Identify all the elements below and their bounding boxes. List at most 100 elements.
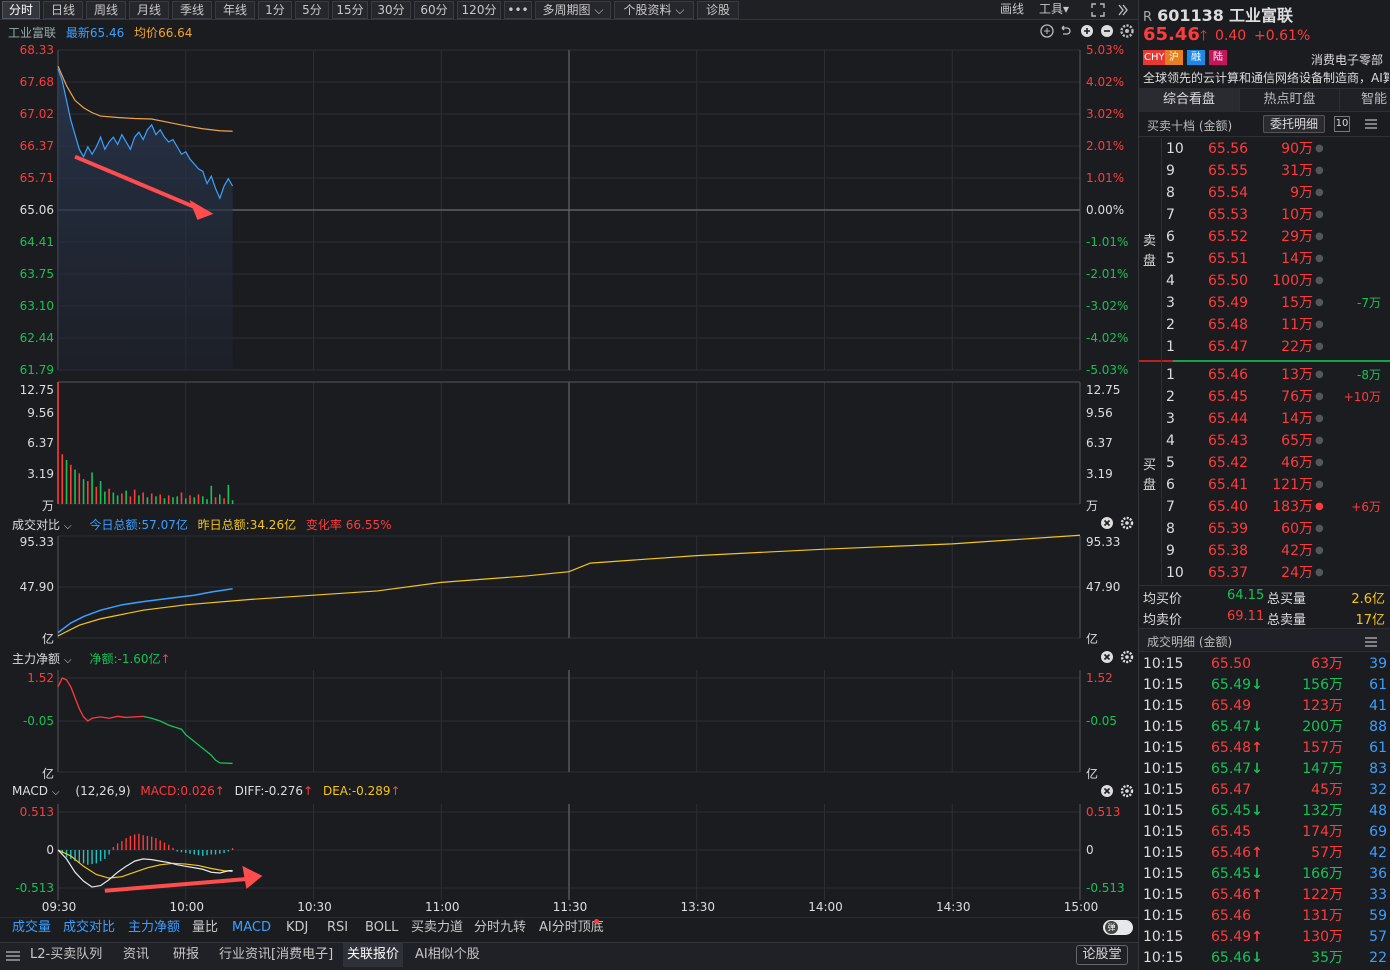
- level-price: 65.56: [1208, 141, 1249, 157]
- ind-volume[interactable]: 成交量: [12, 918, 51, 938]
- sell-level-row[interactable]: 4 65.50 100万 ●: [1139, 270, 1390, 292]
- double-chevron-icon[interactable]: [1116, 2, 1130, 18]
- tab-daily[interactable]: 日线: [43, 1, 83, 19]
- ind-compare[interactable]: 成交对比: [63, 918, 115, 938]
- level-volume: 22万: [1281, 339, 1313, 355]
- close-circle-icon[interactable]: [1101, 517, 1113, 529]
- compare-title[interactable]: 成交对比: [12, 518, 60, 532]
- tab-quarterly[interactable]: 季线: [172, 1, 212, 19]
- stock-tag[interactable]: 沪: [1165, 50, 1183, 65]
- chevron-down-icon[interactable]: ⌵: [52, 787, 60, 798]
- ind-nine[interactable]: 分时九转: [474, 918, 526, 938]
- tab-l2-queue[interactable]: L2-买卖队列: [30, 943, 102, 967]
- tab-related-quotes[interactable]: 关联报价: [343, 943, 404, 967]
- tab-news[interactable]: 资讯: [123, 943, 149, 967]
- menu-icon[interactable]: [1365, 636, 1377, 647]
- stock-tag[interactable]: 陆: [1209, 50, 1227, 65]
- sell-level-row[interactable]: 8 65.54 9万 ●: [1139, 182, 1390, 204]
- tab-120min[interactable]: 120分: [457, 1, 501, 19]
- order-detail-button[interactable]: 委托明细: [1263, 115, 1325, 133]
- close-circle-icon[interactable]: [1101, 785, 1113, 797]
- mainflow-title[interactable]: 主力净额: [12, 652, 60, 666]
- sell-level-row[interactable]: 3 65.49 15万 ● -7万: [1139, 292, 1390, 314]
- tools-menu[interactable]: 工具▾: [1039, 1, 1069, 19]
- stock-tag[interactable]: 融: [1187, 50, 1205, 65]
- sell-level-row[interactable]: 6 65.52 29万 ●: [1139, 226, 1390, 248]
- draw-button[interactable]: 画线: [1000, 1, 1024, 19]
- sector-label[interactable]: 消费电子零部: [1311, 51, 1383, 68]
- ind-buysell[interactable]: 买卖力道: [411, 918, 463, 938]
- tab-overview[interactable]: 综合看盘: [1139, 88, 1239, 112]
- menu-icon[interactable]: [1365, 118, 1377, 129]
- volume-axis-label-right: 12.75: [1086, 383, 1121, 397]
- tab-ai-similar[interactable]: AI相似个股: [415, 943, 480, 967]
- depth-ten-button[interactable]: 10: [1334, 116, 1350, 132]
- macd-value: 0.026: [180, 784, 215, 798]
- ind-boll[interactable]: BOLL: [365, 918, 398, 938]
- tab-hotspot[interactable]: 热点盯盘: [1239, 88, 1339, 112]
- expand-icon[interactable]: [1090, 2, 1106, 18]
- buy-level-row[interactable]: 2 65.45 76万 ● +10万: [1139, 386, 1390, 408]
- dot-icon: ●: [1315, 523, 1324, 534]
- tab-weekly[interactable]: 周线: [86, 1, 126, 19]
- multi-period-menu[interactable]: 多周期图 ⌵: [535, 1, 611, 19]
- sell-level-row[interactable]: 10 65.56 90万 ●: [1139, 138, 1390, 160]
- tab-30min[interactable]: 30分: [371, 1, 411, 19]
- toggle-switch[interactable]: 弹: [1103, 920, 1133, 935]
- tab-yearly[interactable]: 年线: [215, 1, 255, 19]
- trade-volume: 174万: [1302, 824, 1343, 840]
- buy-level-row[interactable]: 8 65.39 60万 ●: [1139, 518, 1390, 540]
- tab-industry-news[interactable]: 行业资讯[消费电子]: [219, 943, 333, 967]
- sell-level-row[interactable]: 1 65.47 22万 ●: [1139, 336, 1390, 358]
- trade-count: 41: [1369, 698, 1387, 714]
- undo-icon[interactable]: [1061, 25, 1071, 35]
- plus-circle-icon[interactable]: [1081, 25, 1093, 37]
- buy-level-row[interactable]: 7 65.40 183万 ● +6万: [1139, 496, 1390, 518]
- gear-icon[interactable]: [1120, 24, 1134, 38]
- ind-rsi[interactable]: RSI: [327, 918, 348, 938]
- trade-time: 10:15: [1143, 656, 1184, 672]
- ind-mainflow[interactable]: 主力净额: [128, 918, 180, 938]
- forum-button[interactable]: 论股堂: [1076, 945, 1128, 965]
- buy-level-row[interactable]: 5 65.42 46万 ●: [1139, 452, 1390, 474]
- stock-info-menu[interactable]: 个股资料 ⌵: [614, 1, 694, 19]
- tab-15min[interactable]: 15分: [332, 1, 368, 19]
- stock-tag[interactable]: CHY: [1143, 50, 1166, 65]
- tab-60min[interactable]: 60分: [414, 1, 454, 19]
- ind-kdj[interactable]: KDJ: [286, 918, 308, 938]
- gear-icon[interactable]: [1120, 784, 1134, 798]
- buy-level-row[interactable]: 1 65.46 13万 ● -8万: [1139, 364, 1390, 386]
- buy-level-row[interactable]: 6 65.41 121万 ●: [1139, 474, 1390, 496]
- diagnose-button[interactable]: 诊股: [697, 1, 739, 19]
- buy-level-row[interactable]: 4 65.43 65万 ●: [1139, 430, 1390, 452]
- more-button[interactable]: •••: [504, 1, 532, 19]
- trade-time: 10:15: [1143, 929, 1184, 945]
- minus-circle-icon[interactable]: [1101, 25, 1113, 37]
- tab-5min[interactable]: 5分: [295, 1, 329, 19]
- trade-volume: 35万: [1311, 950, 1343, 966]
- buy-level-row[interactable]: 3 65.44 14万 ●: [1139, 408, 1390, 430]
- menu-icon[interactable]: [6, 950, 20, 961]
- buy-level-row[interactable]: 9 65.38 42万 ●: [1139, 540, 1390, 562]
- chevron-down-icon[interactable]: ⌵: [64, 655, 72, 666]
- dot-icon: ●: [1315, 545, 1324, 556]
- ind-macd[interactable]: MACD: [232, 918, 271, 938]
- macd-title[interactable]: MACD: [12, 784, 48, 798]
- circle-arrow-icon[interactable]: [1040, 24, 1054, 38]
- gear-icon[interactable]: [1120, 650, 1134, 664]
- buy-level-row[interactable]: 10 65.37 24万 ●: [1139, 562, 1390, 584]
- sell-level-row[interactable]: 5 65.51 14万 ●: [1139, 248, 1390, 270]
- up-arrow-icon: ↑: [390, 784, 401, 798]
- tab-intraday[interactable]: 分时: [2, 1, 40, 19]
- tab-smart[interactable]: 智能: [1339, 88, 1390, 112]
- chevron-down-icon[interactable]: ⌵: [64, 521, 72, 532]
- sell-level-row[interactable]: 2 65.48 11万 ●: [1139, 314, 1390, 336]
- tab-1min[interactable]: 1分: [258, 1, 292, 19]
- sell-level-row[interactable]: 9 65.55 31万 ●: [1139, 160, 1390, 182]
- tab-monthly[interactable]: 月线: [129, 1, 169, 19]
- sell-level-row[interactable]: 7 65.53 10万 ●: [1139, 204, 1390, 226]
- tab-research[interactable]: 研报: [173, 943, 199, 967]
- ind-volratio[interactable]: 量比: [192, 918, 218, 938]
- close-circle-icon[interactable]: [1101, 651, 1113, 663]
- gear-icon[interactable]: [1120, 516, 1134, 530]
